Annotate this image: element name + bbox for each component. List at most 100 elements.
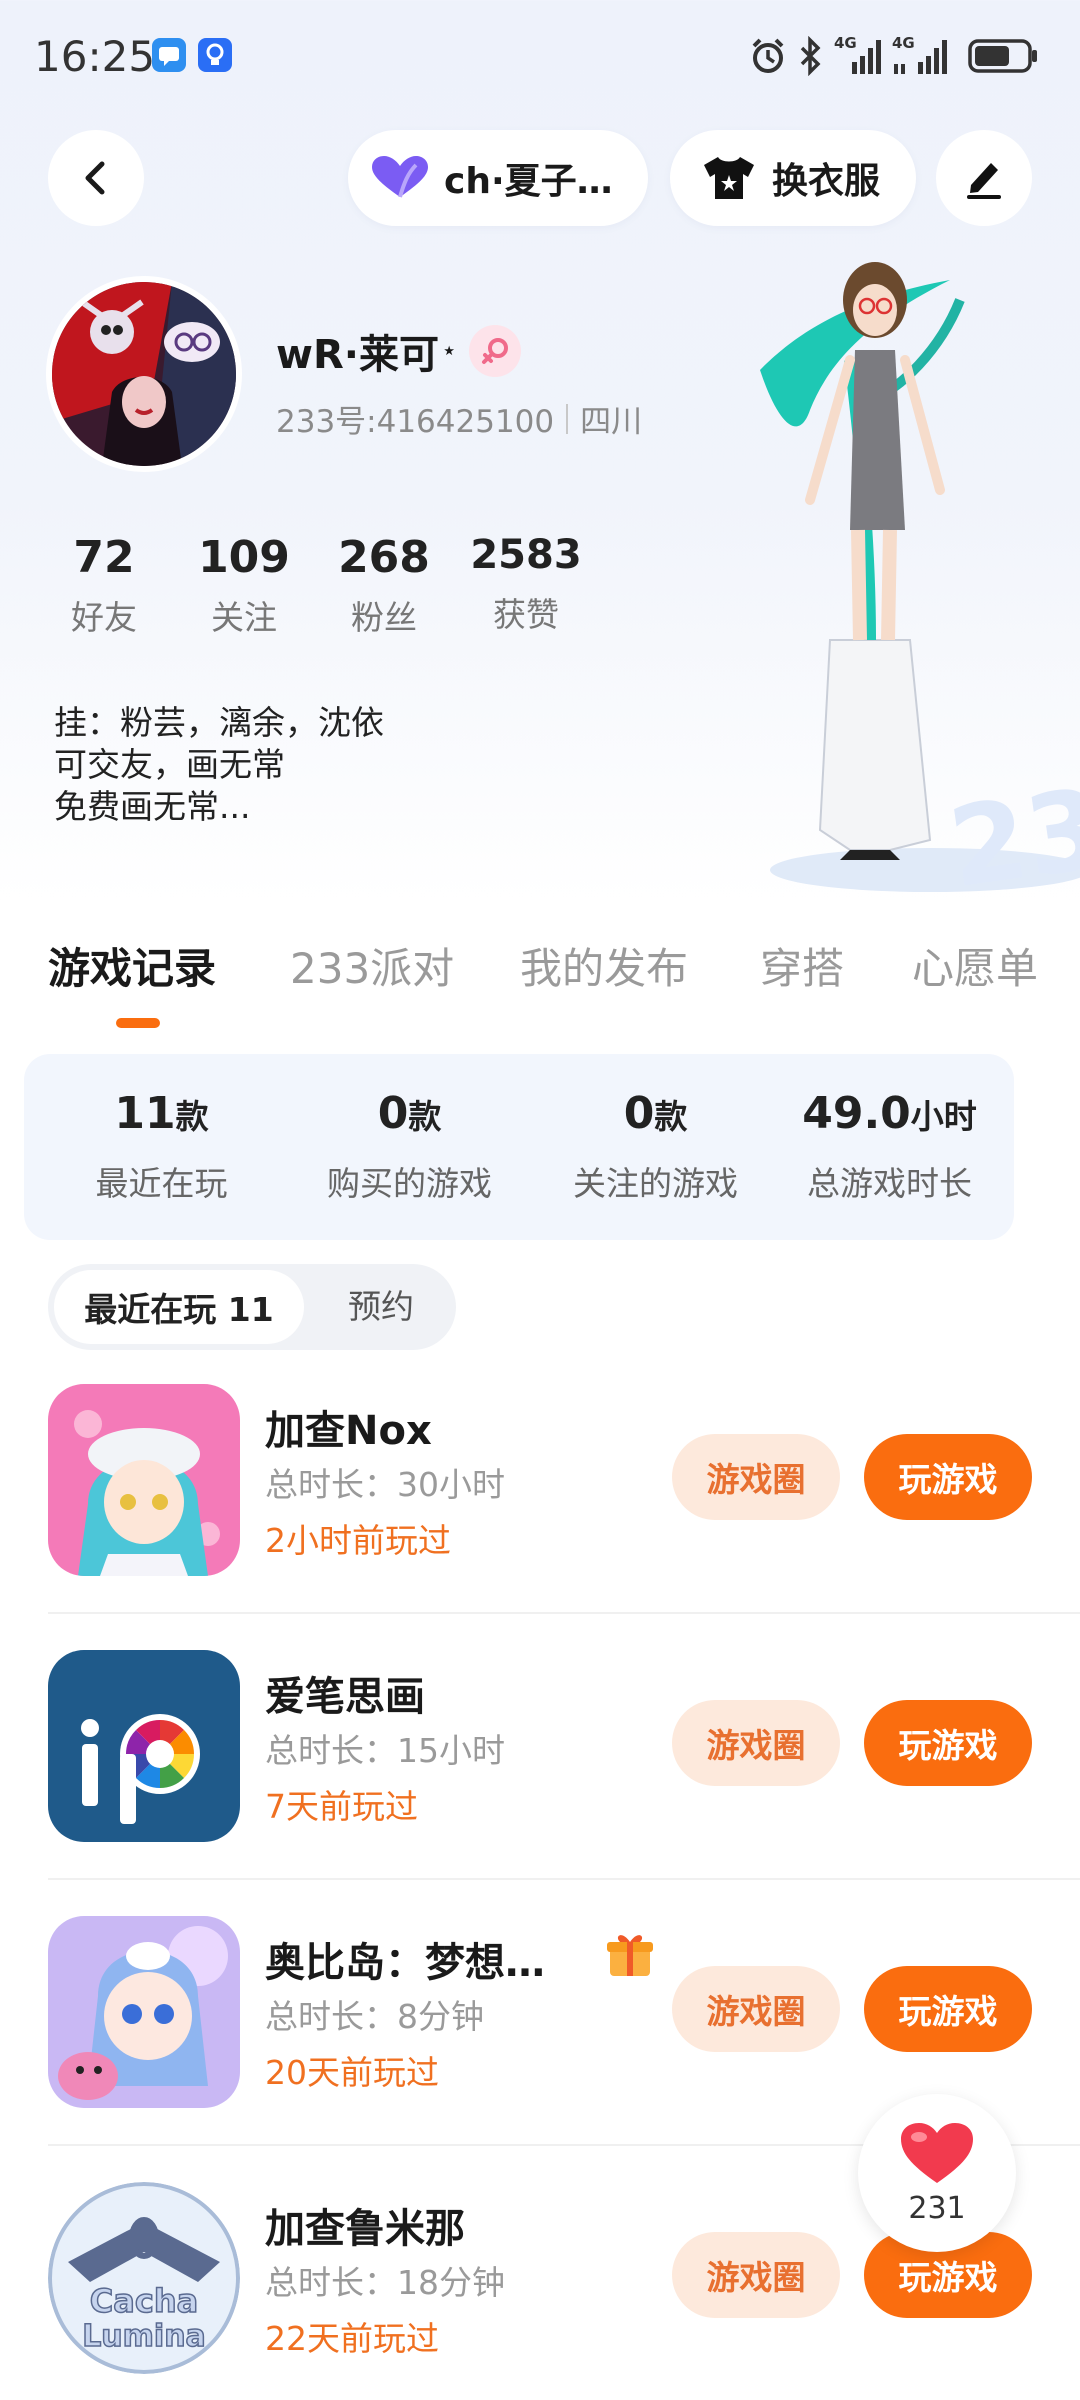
tab-wishlist[interactable]: 心愿单 xyxy=(912,935,1038,996)
row-divider xyxy=(48,1612,1080,1614)
game-last-played: 22天前玩过 xyxy=(265,2319,439,2358)
game-icon-aobi-island[interactable] xyxy=(48,1916,240,2108)
bio-line: 可交友，画无常 xyxy=(54,745,285,784)
stat-value: 109 xyxy=(198,532,290,583)
stat-label: 好友 xyxy=(71,598,137,637)
summary-playtime[interactable]: 49.0小时 总游戏时长 xyxy=(766,1054,1013,1205)
tab-game-records[interactable]: 游戏记录 xyxy=(48,935,216,996)
game-circle-button[interactable]: 游戏圈 xyxy=(672,1700,840,1786)
segment-reservation[interactable]: 预约 xyxy=(348,1264,414,1350)
battery-icon xyxy=(968,38,1040,78)
game-row[interactable]: 加查Nox 总时长：30小时 2小时前玩过 游戏圈 玩游戏 xyxy=(0,1384,1080,1650)
game-name: 加查鲁米那 xyxy=(265,2206,465,2252)
bio-line: 免费画无常... xyxy=(54,787,251,826)
stat-label: 关注 xyxy=(211,598,277,637)
stat-following[interactable]: 109 关注 xyxy=(192,532,296,639)
game-total-time: 总时长：18分钟 xyxy=(265,2263,505,2302)
summary-value: 0 xyxy=(377,1088,409,1139)
back-button[interactable] xyxy=(48,130,144,226)
tshirt-icon xyxy=(704,157,754,199)
user-id: 233号:416425100 xyxy=(276,404,555,440)
name-star: ⋆ xyxy=(440,336,458,366)
summary-purchased[interactable]: 0款 购买的游戏 xyxy=(286,1054,533,1205)
user-location: 四川 xyxy=(580,404,643,440)
avatar-3d-character[interactable]: 233 xyxy=(700,240,1080,912)
partner-button[interactable]: ch·夏子… xyxy=(348,130,648,226)
alarm-icon xyxy=(748,36,788,80)
game-circle-button[interactable]: 游戏圈 xyxy=(672,2232,840,2318)
summary-value: 11 xyxy=(114,1088,176,1139)
tab-233-party[interactable]: 233派对 xyxy=(290,935,454,996)
summary-unit: 小时 xyxy=(910,1097,977,1136)
avatar-image xyxy=(52,282,236,466)
stat-friends[interactable]: 72 好友 xyxy=(54,532,154,639)
game-last-played: 2小时前玩过 xyxy=(265,1521,451,1560)
summary-unit: 款 xyxy=(175,1097,209,1136)
game-icon-ibis-paint[interactable] xyxy=(48,1650,240,1842)
play-game-button[interactable]: 玩游戏 xyxy=(864,1434,1032,1520)
game-circle-button[interactable]: 游戏圈 xyxy=(672,1966,840,2052)
profile-bio: 挂：粉芸，漓余，沈依 可交友，画无常 免费画无常... xyxy=(54,702,384,828)
game-icon-gacha-lumina[interactable]: Cacha Lumina xyxy=(48,2182,240,2374)
stat-value: 268 xyxy=(338,532,430,583)
gift-icon[interactable] xyxy=(604,1928,656,1984)
stat-label: 获赞 xyxy=(493,595,559,634)
signal-4g-icon-2: 4G xyxy=(892,34,958,78)
row-divider xyxy=(48,1878,1080,1880)
play-game-button[interactable]: 玩游戏 xyxy=(864,1966,1032,2052)
chevron-left-icon xyxy=(85,161,105,195)
avatar[interactable] xyxy=(46,276,242,472)
game-summary-card: 11款 最近在玩 0款 购买的游戏 0款 关注的游戏 49.0小时 总游戏时长 xyxy=(24,1054,1014,1240)
change-outfit-button[interactable]: 换衣服 xyxy=(670,130,916,226)
stat-value: 72 xyxy=(73,532,135,583)
game-circle-button[interactable]: 游戏圈 xyxy=(672,1434,840,1520)
heart-couple-icon xyxy=(372,156,428,198)
svg-text:Cacha: Cacha xyxy=(90,2282,198,2320)
tab-my-posts[interactable]: 我的发布 xyxy=(520,935,688,996)
tab-outfits[interactable]: 穿搭 xyxy=(760,935,844,996)
stat-value: 2583 xyxy=(470,532,582,578)
game-last-played: 7天前玩过 xyxy=(265,1787,418,1826)
edit-profile-button[interactable] xyxy=(936,130,1032,226)
change-outfit-label: 换衣服 xyxy=(772,161,881,202)
floating-like-button[interactable]: 231 xyxy=(858,2094,1016,2252)
segment-recent-playing[interactable]: 最近在玩 11 xyxy=(54,1270,304,1344)
id-divider xyxy=(566,403,569,434)
profile-name: wR·莱可 xyxy=(276,332,439,378)
summary-recent[interactable]: 11款 最近在玩 xyxy=(38,1054,285,1205)
summary-label: 总游戏时长 xyxy=(807,1164,972,1203)
game-total-time: 总时长：15小时 xyxy=(265,1731,505,1770)
tab-active-indicator xyxy=(116,1018,160,1028)
bluetooth-icon xyxy=(796,35,824,80)
game-last-played: 20天前玩过 xyxy=(265,2053,439,2092)
platform-233-badge: 233 xyxy=(942,754,1080,900)
summary-label: 关注的游戏 xyxy=(573,1164,738,1203)
summary-label: 购买的游戏 xyxy=(327,1164,492,1203)
stat-label: 粉丝 xyxy=(351,598,417,637)
play-game-button[interactable]: 玩游戏 xyxy=(864,1700,1032,1786)
game-name: 奥比岛：梦想… xyxy=(265,1940,545,1986)
summary-followed[interactable]: 0款 关注的游戏 xyxy=(532,1054,779,1205)
tips-notification-icon xyxy=(198,38,232,72)
bio-line: 挂：粉芸，漓余，沈依 xyxy=(54,703,384,742)
summary-label: 最近在玩 xyxy=(95,1164,228,1203)
summary-value: 49.0 xyxy=(802,1088,911,1139)
edit-pen-icon xyxy=(967,163,1001,199)
summary-value: 0 xyxy=(623,1088,655,1139)
game-name: 加查Nox xyxy=(265,1408,432,1454)
status-time: 16:25 xyxy=(34,32,156,81)
game-total-time: 总时长：30小时 xyxy=(265,1465,505,1504)
summary-unit: 款 xyxy=(408,1097,442,1136)
game-icon-gacha-nox[interactable] xyxy=(48,1384,240,1576)
game-row[interactable]: 爱笔思画 总时长：15小时 7天前玩过 游戏圈 玩游戏 xyxy=(0,1650,1080,1916)
signal-4g-icon-1: 4G xyxy=(834,34,884,78)
svg-text:Lumina: Lumina xyxy=(82,2319,206,2354)
stat-likes[interactable]: 2583 获赞 xyxy=(470,532,582,636)
stat-fans[interactable]: 268 粉丝 xyxy=(332,532,436,639)
partner-label: ch·夏子… xyxy=(444,161,613,202)
heart-icon xyxy=(901,2122,973,2183)
game-total-time: 总时长：8分钟 xyxy=(265,1997,484,2036)
summary-unit: 款 xyxy=(654,1097,688,1136)
game-name: 爱笔思画 xyxy=(265,1674,425,1720)
message-notification-icon xyxy=(152,38,186,72)
